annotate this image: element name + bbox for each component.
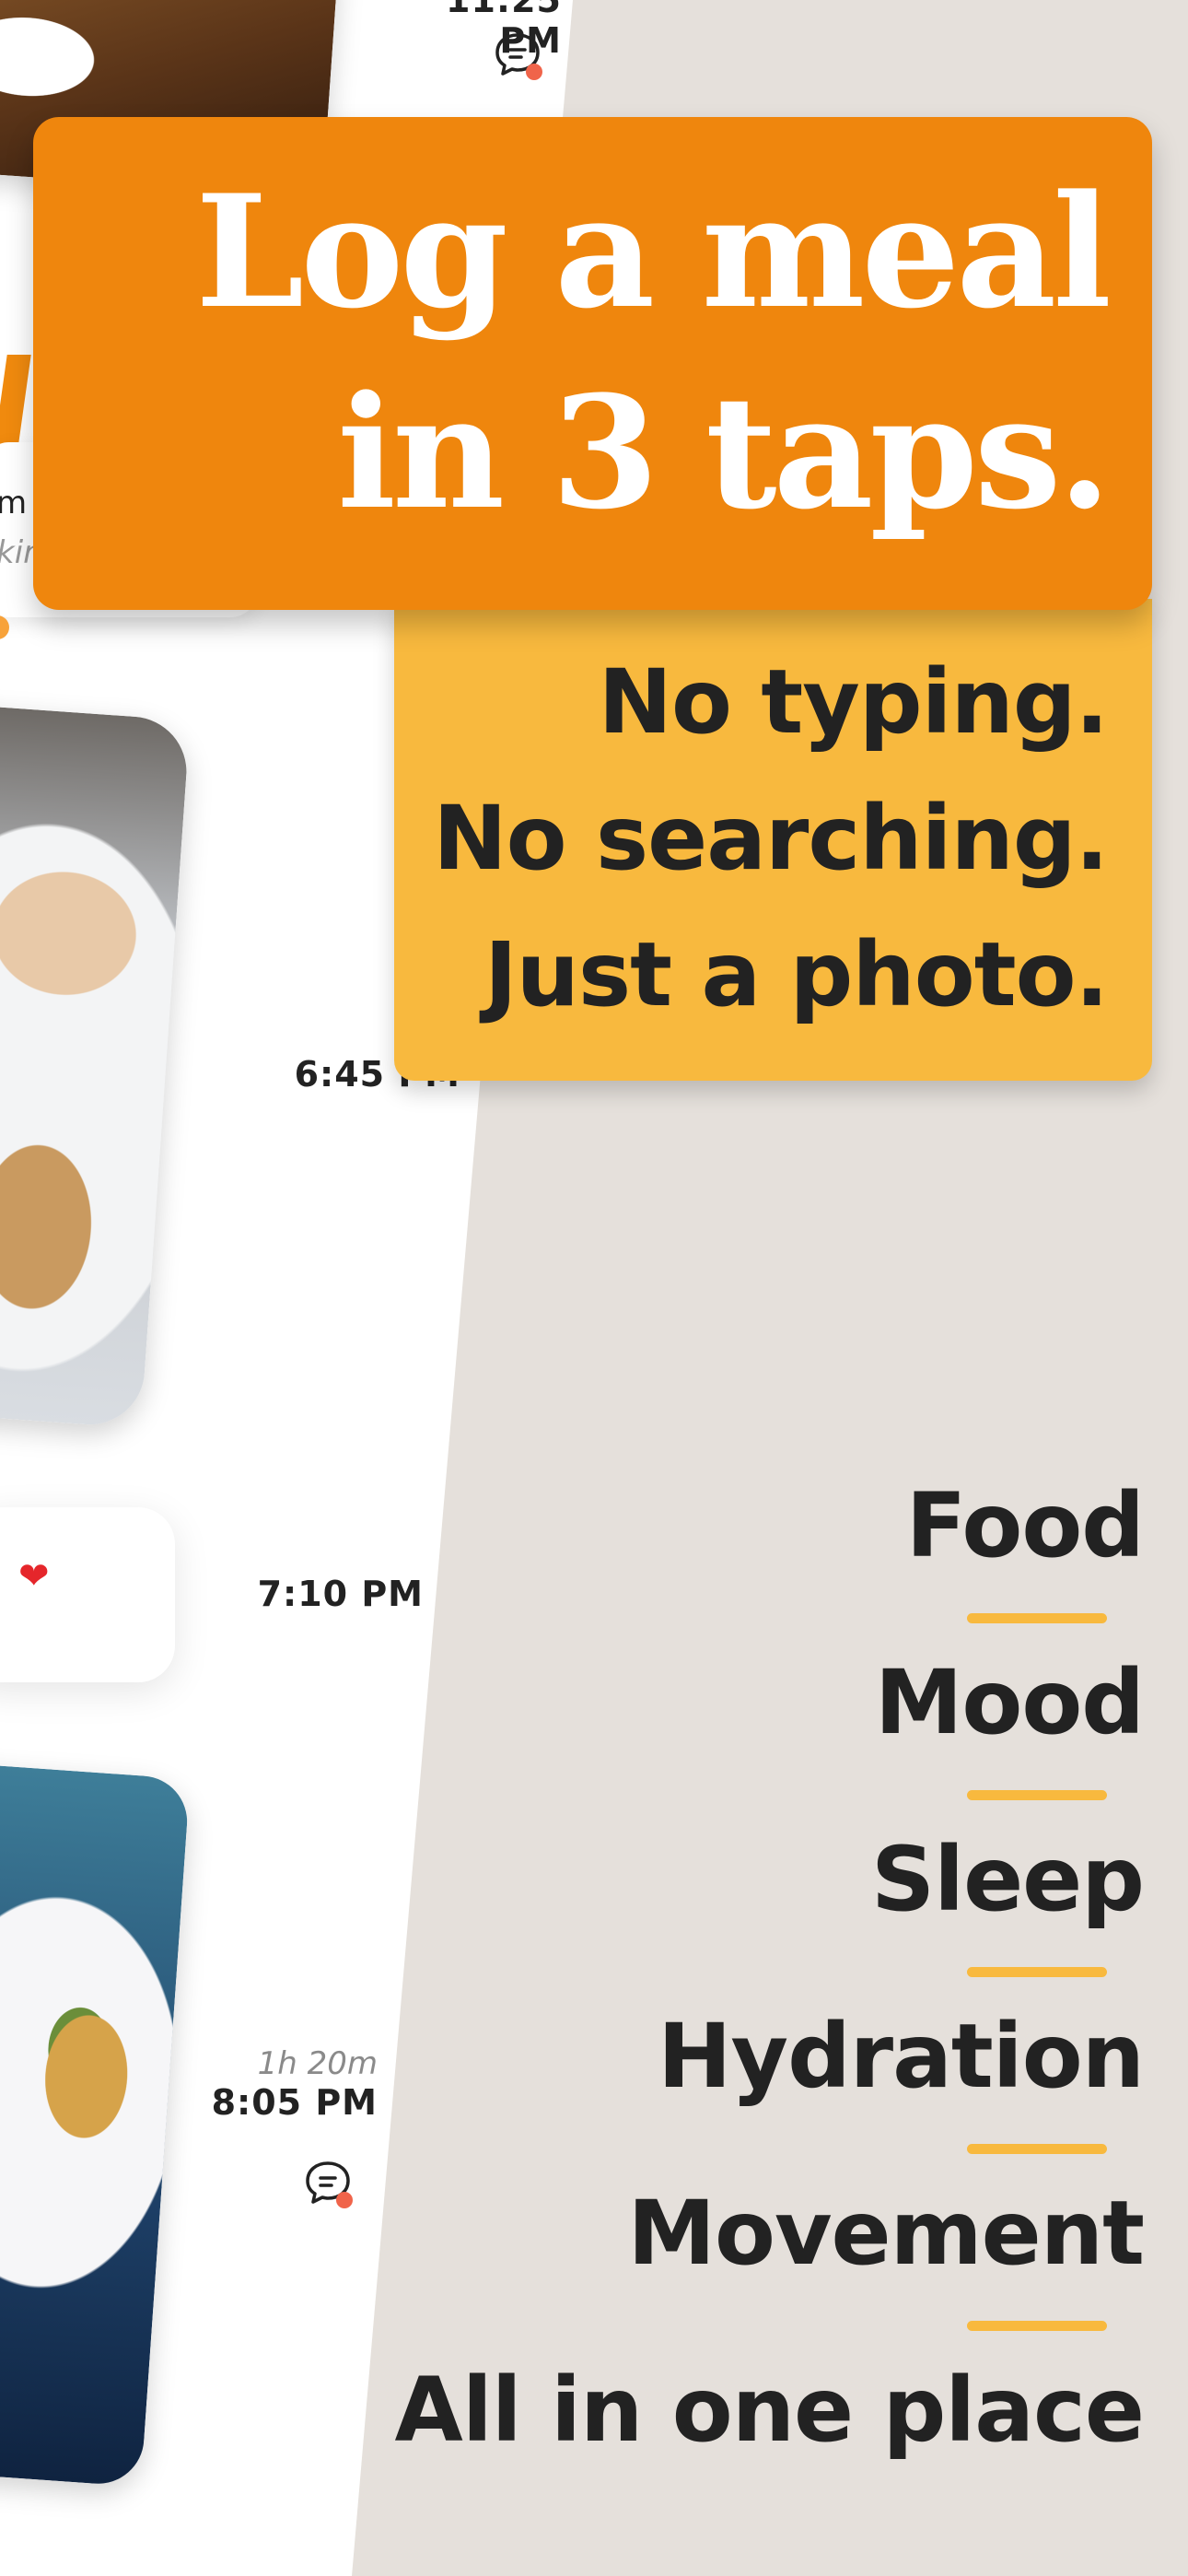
feature-divider [967,1967,1107,1977]
comment-icon[interactable] [302,2158,354,2209]
feature-divider [967,2144,1107,2154]
timeline-entry-time: 7:10 PM [239,1574,424,1614]
entry-duration: 1h 20m [257,2045,378,2082]
feature-sleep: Sleep [871,1828,1145,1931]
comment-icon[interactable] [492,29,543,81]
headline-banner: Log a meal in 3 taps. [33,117,1152,610]
entry-time: 8:05 PM [211,2082,378,2123]
subheadline-line: Just a photo. [483,923,1109,1026]
meal-photo-salad[interactable] [0,1760,191,2488]
heart-icon: ❤ [18,1555,50,1598]
meal-photo-dessert[interactable] [0,699,191,1429]
subheadline-line: No typing. [598,650,1109,754]
feature-divider [967,1790,1107,1800]
subheadline-line: No searching. [433,787,1109,890]
entry-card-text: m [0,485,28,521]
subheadline-panel: No typing. No searching. Just a photo. [394,599,1152,1081]
feature-tagline: All in one place [394,2359,1145,2462]
feature-divider [967,2321,1107,2331]
feature-mood: Mood [874,1651,1145,1754]
feature-hydration: Hydration [658,2005,1145,2108]
tab-indicator-sliver [0,355,31,456]
headline-line: in 3 taps. [337,361,1112,544]
headline-line: Log a meal [195,160,1112,343]
mood-entry-card[interactable]: ❤ [0,1507,175,1682]
timeline-entry-time: 1h 20m 8:05 PM [184,2045,378,2123]
timeline-dot [0,615,9,639]
feature-divider [967,1613,1107,1623]
entry-time: 7:10 PM [257,1574,424,1614]
feature-movement: Movement [627,2182,1145,2285]
feature-food: Food [905,1474,1145,1577]
